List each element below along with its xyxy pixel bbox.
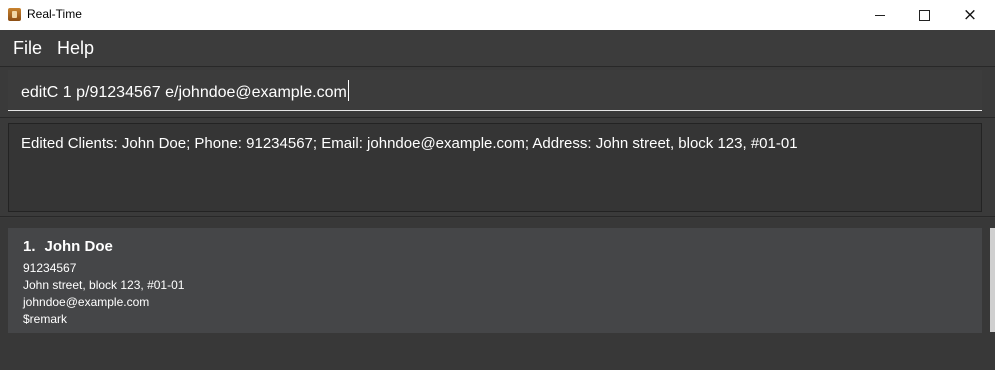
divider [0, 216, 995, 217]
card-index: 1. [23, 238, 36, 255]
result-display: Edited Clients: John Doe; Phone: 9123456… [8, 123, 982, 212]
menu-file[interactable]: File [13, 38, 42, 59]
person-card[interactable]: 1. John Doe 91234567 John street, block 1… [8, 228, 982, 333]
minimize-icon [875, 14, 885, 16]
text-caret [347, 80, 349, 101]
card-header: 1. John Doe [23, 238, 113, 255]
menu-help[interactable]: Help [57, 38, 94, 59]
result-message: Edited Clients: John Doe; Phone: 9123456… [21, 135, 798, 152]
close-icon: × [962, 4, 978, 25]
card-email: johndoe@example.com [23, 295, 150, 309]
maximize-button[interactable] [901, 0, 947, 30]
card-phone: 91234567 [23, 261, 77, 275]
app-icon [8, 8, 21, 21]
card-address: John street, block 123, #01-01 [23, 278, 185, 292]
card-remark: $remark [23, 312, 68, 326]
app-window: Real-Time × File Help editC 1 p/91234567… [0, 0, 995, 370]
scrollbar[interactable] [990, 228, 995, 332]
divider [0, 117, 995, 118]
card-name: John Doe [44, 238, 113, 255]
title-bar[interactable]: Real-Time × [0, 0, 995, 30]
maximize-icon [918, 9, 930, 21]
command-input-text: editC 1 p/91234567 e/johndoe@example.com [21, 84, 347, 101]
window-title: Real-Time [27, 7, 82, 21]
menu-bar: File Help [0, 30, 995, 66]
close-button[interactable]: × [947, 0, 993, 30]
minimize-button[interactable] [857, 0, 903, 30]
person-list[interactable]: 1. John Doe 91234567 John street, block 1… [0, 218, 995, 370]
command-box[interactable]: editC 1 p/91234567 e/johndoe@example.com [8, 70, 982, 111]
divider [0, 66, 995, 67]
command-input[interactable]: editC 1 p/91234567 e/johndoe@example.com [21, 80, 349, 102]
